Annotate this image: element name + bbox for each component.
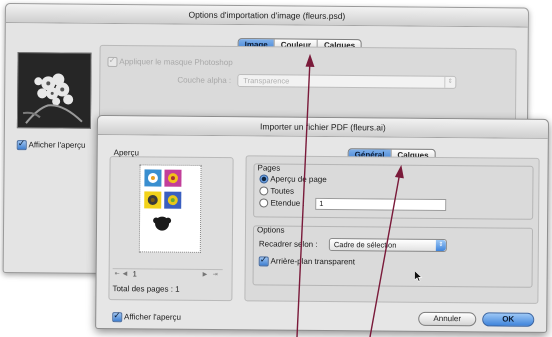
arrow-head-icon (394, 164, 404, 179)
annotation-arrow-line (369, 171, 401, 337)
annotation-arrows (296, 53, 404, 337)
arrow-head-icon (305, 53, 315, 68)
annotation-arrow-line (296, 59, 311, 337)
